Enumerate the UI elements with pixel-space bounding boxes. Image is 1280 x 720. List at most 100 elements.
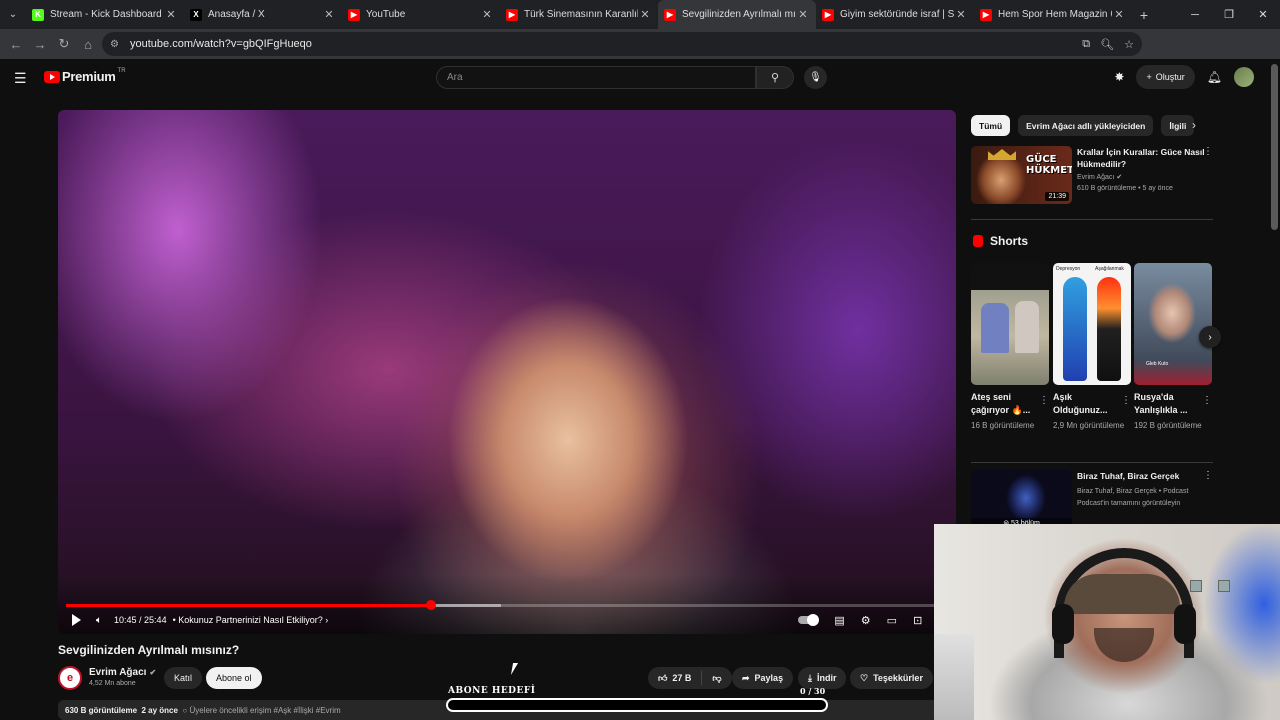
podcast-title[interactable]: Biraz Tuhaf, Biraz Gerçek [1077, 470, 1205, 482]
tab-close-icon[interactable]: ✕ [638, 8, 652, 21]
browser-tab[interactable]: ▶ YouTube ✕ [342, 0, 500, 29]
more-actions-icon[interactable]: ⋮ [1039, 395, 1049, 406]
channel-name[interactable]: Evrim Ağacı ✔ [89, 667, 156, 678]
hashtags[interactable]: #Aşk #İlişki #Evrim [274, 706, 341, 715]
channel-avatar[interactable]: e [58, 666, 82, 690]
share-button[interactable]: ➦ Paylaş [732, 667, 794, 689]
thumb-caption: Gleb Kuto [1146, 361, 1169, 367]
bookmark-star-icon[interactable]: ☆ [1124, 38, 1134, 51]
short-item[interactable]: Ateş seni çağırıyor 🔥... 16 B görüntülem… [971, 263, 1049, 431]
short-item[interactable]: Gleb Kuto Rusya'da Yanlışlıkla ... 192 B… [1134, 263, 1212, 431]
more-actions-icon[interactable]: ⋮ [1203, 470, 1213, 481]
thanks-button[interactable]: ♡ Teşekkürler [850, 667, 933, 689]
recommended-channel[interactable]: Evrim Ağacı ✔ [1077, 173, 1122, 181]
install-app-icon[interactable]: ⧉ [1082, 38, 1090, 51]
short-views: 16 B görüntüleme [971, 421, 1035, 430]
chip-related[interactable]: İlgili [1161, 115, 1195, 136]
address-bar[interactable]: ⚙ youtube.com/watch?v=gbQIFgHueqo ⧉ 🔍︎ ☆ [102, 32, 1142, 56]
search-icon: ⚲ [770, 72, 780, 84]
tab-favicon-icon: K [32, 8, 44, 21]
browser-tab[interactable]: K Stream - Kick Dashboard ✕ [26, 0, 184, 29]
volume-icon[interactable]: 🔈︎ [96, 615, 102, 626]
cast-icon[interactable]: ⊡ [913, 614, 922, 627]
subscribe-button[interactable]: Abone ol [206, 667, 262, 689]
browser-tab[interactable]: ▶ Giyim sektöründe israf | Satılam✕ [816, 0, 974, 29]
short-title[interactable]: Ateş seni çağırıyor 🔥... [971, 391, 1031, 417]
close-window-icon[interactable]: ✕ [1246, 8, 1280, 21]
video-player[interactable]: 🔈︎ 10:45 / 25:44 • Kokunuz Partnerinizi … [58, 110, 956, 634]
voice-search-button[interactable]: 🎙︎ [804, 66, 827, 89]
thumbs-down-icon: 👎︎ [712, 672, 722, 683]
tab-title: Stream - Kick Dashboard [50, 9, 162, 20]
tab-close-icon[interactable]: ✕ [796, 8, 810, 21]
shorts-next-button[interactable]: › [1199, 326, 1221, 348]
tab-search-button[interactable]: ⌄ [0, 0, 26, 29]
progress-bar[interactable] [66, 600, 936, 610]
podcast-thumbnail[interactable]: ⊜ 53 bölüm [971, 470, 1072, 528]
podcast-meta[interactable]: Podcast'in tamamını görüntüleyin [1077, 500, 1180, 507]
more-actions-icon[interactable]: ⋮ [1203, 146, 1213, 157]
recommended-title[interactable]: Krallar İçin Kurallar: Güce Nasıl Hükmed… [1077, 146, 1205, 170]
short-item[interactable]: Depresyon Aşağılanmak Aşık Olduğunuz... … [1053, 263, 1131, 431]
like-button[interactable]: 👍︎ 27 B [648, 667, 701, 689]
youtube-header: ☰ Premium TR Ara ⚲ 🎙︎ ✸ + Oluştur 🔔︎ [0, 59, 1280, 97]
forward-icon[interactable]: → [28, 37, 52, 52]
page-scrollbar[interactable] [1271, 64, 1278, 230]
podcast-channel[interactable]: Biraz Tuhaf, Biraz Gerçek • Podcast [1077, 488, 1188, 495]
browser-tab-strip: ⌄ K Stream - Kick Dashboard ✕ X Anasayfa / X… [0, 0, 1280, 29]
new-tab-button[interactable]: + [1132, 7, 1156, 23]
chips-next-icon[interactable]: › [1192, 118, 1196, 132]
wall-frame [1218, 580, 1230, 592]
tab-close-icon[interactable]: ✕ [480, 8, 494, 21]
tab-close-icon[interactable]: ✕ [954, 8, 968, 21]
home-icon[interactable]: ⌂ [76, 37, 100, 52]
browser-tab[interactable]: ▶ Türk Sinemasının Karanlık Yüzü✕ [500, 0, 658, 29]
site-info-icon[interactable]: ⚙ [110, 39, 124, 50]
chip-all[interactable]: Tümü [971, 115, 1011, 136]
recommended-podcast[interactable]: ⊜ 53 bölüm Biraz Tuhaf, Biraz Gerçek Bir… [971, 470, 1215, 530]
create-button[interactable]: + Oluştur [1136, 65, 1195, 89]
settings-gear-icon[interactable]: ⚙ [861, 614, 871, 627]
play-button[interactable] [72, 614, 84, 626]
menu-icon[interactable]: ☰ [14, 70, 27, 87]
zoom-icon[interactable]: 🔍︎ [1100, 38, 1114, 51]
theater-mode-icon[interactable]: ▭ [887, 614, 897, 627]
more-actions-icon[interactable]: ⋮ [1202, 395, 1212, 406]
subtitles-icon[interactable]: ▤ [834, 614, 844, 627]
join-button[interactable]: Katıl [164, 667, 203, 689]
short-thumbnail[interactable]: Depresyon Aşağılanmak [1053, 263, 1131, 385]
search-input[interactable]: Ara [436, 66, 756, 89]
window-controls: ─ ❐ ✕ [1178, 0, 1280, 29]
chip-from-uploader[interactable]: Evrim Ağacı adlı yükleyiciden [1018, 115, 1154, 136]
search-button[interactable]: ⚲ [756, 66, 794, 89]
dislike-button[interactable]: 👎︎ [702, 667, 731, 689]
view-count: 630 B görüntüleme [65, 706, 138, 715]
restore-icon[interactable]: ❐ [1212, 8, 1246, 21]
country-code: TR [117, 67, 126, 74]
back-icon[interactable]: ← [4, 37, 28, 52]
video-thumbnail[interactable]: GÜCE HÜKMET! 21:39 [971, 146, 1072, 204]
wall-frame [1190, 580, 1202, 592]
browser-tab[interactable]: ▶ Sevgilinizden Ayrılmalı mısınız?✕ [658, 0, 816, 29]
browser-tab[interactable]: ▶ Hem Spor Hem Magazin 😄 | A✕ [974, 0, 1132, 29]
account-avatar[interactable] [1234, 67, 1254, 87]
more-actions-icon[interactable]: ⋮ [1121, 395, 1131, 406]
recommended-channel-text: Evrim Ağacı [1077, 174, 1115, 181]
short-thumbnail[interactable] [971, 263, 1049, 385]
tab-close-icon[interactable]: ✕ [164, 8, 178, 21]
short-title[interactable]: Aşık Olduğunuz... [1053, 391, 1113, 417]
chapter-title[interactable]: • Kokunuz Partnerinizi Nasıl Etkiliyor? … [173, 615, 329, 625]
thumbs-up-icon: 👍︎ [658, 672, 668, 683]
minimize-icon[interactable]: ─ [1178, 9, 1212, 21]
youtube-logo[interactable]: Premium TR [44, 67, 126, 84]
reload-icon[interactable]: ↻ [52, 36, 76, 52]
cast-extension-icon[interactable]: ✸ [1114, 70, 1124, 84]
browser-tab[interactable]: X Anasayfa / X ✕ [184, 0, 342, 29]
tab-close-icon[interactable]: ✕ [322, 8, 336, 21]
tab-close-icon[interactable]: ✕ [1112, 8, 1126, 21]
notifications-bell-icon[interactable]: 🔔︎ [1207, 70, 1222, 84]
short-thumbnail[interactable]: Gleb Kuto [1134, 263, 1212, 385]
recommended-video[interactable]: GÜCE HÜKMET! 21:39 Krallar İçin Kurallar… [971, 146, 1215, 206]
autoplay-toggle[interactable] [798, 614, 820, 626]
short-title[interactable]: Rusya'da Yanlışlıkla ... [1134, 391, 1194, 417]
